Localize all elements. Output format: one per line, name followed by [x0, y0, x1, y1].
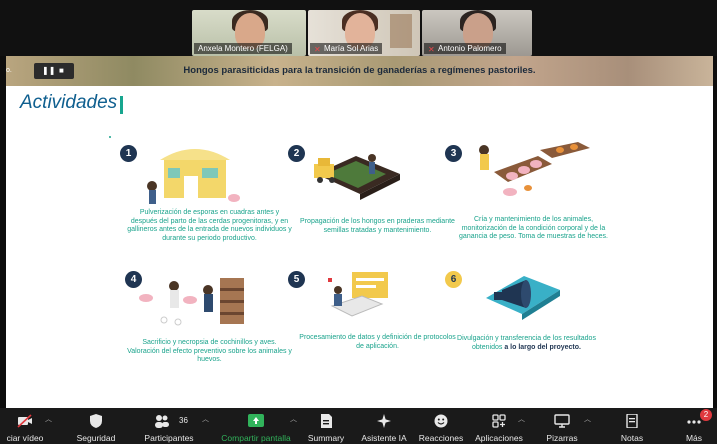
megaphone-illustration — [486, 276, 560, 320]
people-icon — [155, 415, 170, 428]
animals-illustration — [479, 142, 590, 196]
participants-button[interactable]: 36 Participantes — [136, 410, 202, 444]
step-number-2: 2 — [288, 145, 305, 162]
video-button[interactable]: ciar vídeo — [0, 410, 50, 444]
ai-assistant-button[interactable]: Asistente IA — [356, 410, 412, 444]
activity-caption-3: Cría y mantenimiento de los animales, mo… — [459, 216, 608, 241]
share-screen-icon — [248, 414, 264, 427]
video-off-icon — [17, 414, 32, 428]
reactions-button[interactable]: Reacciones — [416, 410, 466, 444]
smiley-icon — [434, 414, 448, 428]
field-illustration — [314, 154, 400, 200]
participant-name: ✕ María Sol Arias — [310, 43, 383, 54]
security-button[interactable]: Seguridad — [68, 410, 124, 444]
share-chevron-icon[interactable]: ︿ — [290, 414, 297, 424]
participant-tile-1[interactable]: Anxela Montero (FELGA) — [192, 10, 306, 56]
summary-icon — [321, 414, 332, 428]
more-badge: 2 — [700, 409, 712, 421]
data-illustration — [328, 272, 388, 317]
step-number-1: 1 — [120, 145, 137, 162]
necropsy-illustration — [139, 278, 244, 326]
notes-button[interactable]: Notas — [612, 410, 652, 444]
mic-off-icon: ✕ — [428, 45, 435, 54]
apps-chevron-icon[interactable]: ︿ — [518, 414, 525, 424]
mic-off-icon: ✕ — [314, 45, 321, 54]
apps-icon — [492, 414, 506, 428]
title-accent — [120, 96, 123, 114]
activity-caption-1: Pulverización de esporas en cuadras ante… — [127, 209, 292, 242]
shared-screen[interactable]: o. ❚❚ ■ Hongos parasiticidas para la tra… — [6, 56, 713, 408]
whiteboards-button[interactable]: Pizarras — [540, 410, 584, 444]
participant-name: Anxela Montero (FELGA) — [194, 43, 292, 54]
whiteboard-icon — [554, 414, 570, 428]
video-options-chevron-icon[interactable]: ︿ — [45, 414, 52, 424]
activity-caption-6: Divulgación y transferencia de los resul… — [457, 335, 596, 351]
meeting-toolbar: ciar vídeo ︿ Seguridad 36 Participantes … — [0, 408, 717, 444]
participants-chevron-icon[interactable]: ︿ — [202, 414, 209, 424]
step-number-3: 3 — [445, 145, 462, 162]
step-number-5: 5 — [288, 271, 305, 288]
notes-icon — [626, 414, 638, 428]
shield-icon — [90, 414, 102, 428]
participant-strip: Anxela Montero (FELGA) ✕ María Sol Arias … — [0, 0, 717, 56]
sparkle-icon — [377, 414, 391, 428]
summary-button[interactable]: Summary — [304, 410, 348, 444]
participant-tile-3[interactable]: ✕ Antonio Palomero — [422, 10, 532, 56]
participants-count: 36 — [179, 416, 188, 425]
activity-caption-5: Procesamiento de datos y definición de p… — [299, 334, 456, 350]
share-screen-button[interactable]: Compartir pantalla — [216, 410, 296, 444]
slide-title: Actividades — [20, 92, 118, 113]
participant-tile-2[interactable]: ✕ María Sol Arias — [308, 10, 420, 56]
banner-title: Hongos parasiticidas para la transición … — [183, 65, 536, 76]
barn-illustration — [147, 149, 240, 204]
activity-caption-2: Propagación de los hongos en praderas me… — [300, 218, 455, 234]
whiteboards-chevron-icon[interactable]: ︿ — [584, 414, 591, 424]
activity-caption-4: Sacrificio y necropsia de cochinillos y … — [127, 339, 292, 364]
participant-name: ✕ Antonio Palomero — [424, 43, 506, 54]
decorative-dot — [109, 136, 111, 138]
step-number-6: 6 — [445, 271, 462, 288]
slide-banner: o. ❚❚ ■ Hongos parasiticidas para la tra… — [6, 56, 713, 86]
more-button[interactable]: 2 Más — [676, 409, 712, 444]
